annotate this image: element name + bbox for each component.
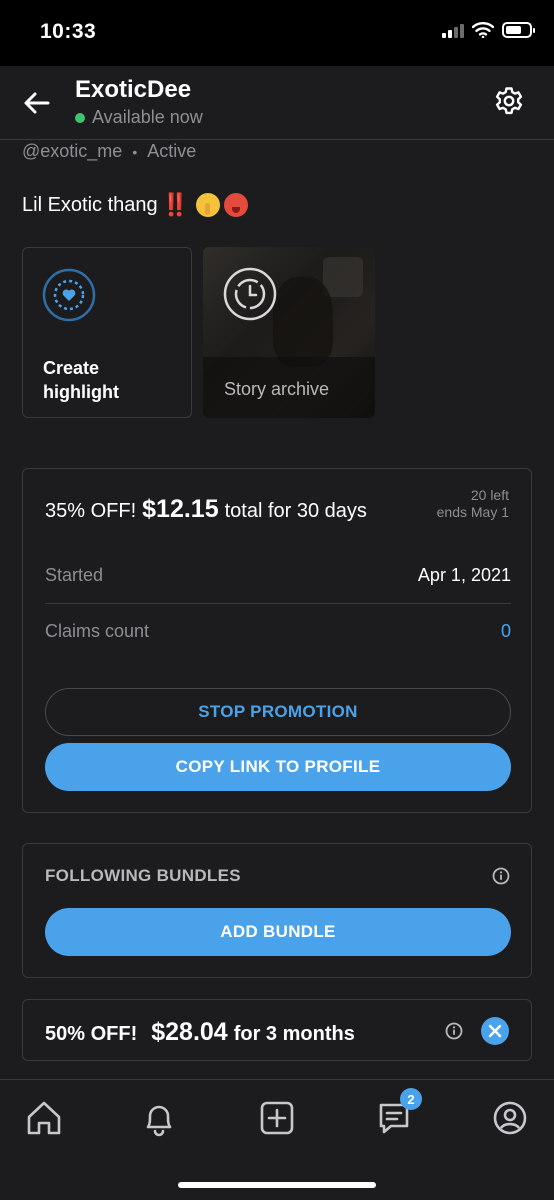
profile-bio: Lil Exotic thang ‼️ bbox=[22, 192, 249, 218]
home-indicator bbox=[178, 1182, 376, 1188]
home-icon[interactable] bbox=[24, 1098, 64, 1138]
claims-count[interactable]: 0 bbox=[501, 621, 511, 642]
promotion-discount: 35% OFF! bbox=[45, 500, 137, 522]
story-archive-label: Story archive bbox=[224, 379, 330, 399]
following-bundles-card: FOLLOWING BUNDLES ADD BUNDLE bbox=[22, 843, 532, 978]
create-highlight-button[interactable]: Create highlight bbox=[22, 247, 192, 418]
info-icon[interactable] bbox=[445, 1022, 463, 1040]
wifi-icon bbox=[472, 22, 494, 38]
bio-text: Lil Exotic thang bbox=[22, 193, 158, 216]
remove-bundle-button[interactable] bbox=[481, 1017, 509, 1045]
promotion-title: 35% OFF! $12.15 total for 30 days bbox=[45, 495, 367, 524]
promotion-terms: total for 30 days bbox=[224, 500, 367, 522]
status-bar: 10:33 bbox=[0, 0, 554, 66]
bell-icon[interactable] bbox=[139, 1098, 179, 1138]
started-value: Apr 1, 2021 bbox=[417, 565, 511, 585]
status-time: 10:33 bbox=[40, 20, 97, 43]
clock-history-icon bbox=[223, 267, 277, 321]
promotion-remaining: 20 left ends May 1 bbox=[437, 487, 509, 521]
activity-status: Active bbox=[147, 141, 197, 161]
bio-emphasis: ‼️ bbox=[161, 192, 189, 217]
add-bundle-button[interactable]: ADD BUNDLE bbox=[45, 908, 511, 956]
availability-text: Available now bbox=[92, 107, 203, 127]
messages-badge: 2 bbox=[400, 1088, 422, 1110]
highlight-heart-icon bbox=[42, 268, 96, 322]
bottom-tab-bar: 2 bbox=[0, 1079, 554, 1200]
started-label: Started bbox=[45, 565, 104, 585]
close-icon bbox=[488, 1024, 502, 1038]
battery-icon bbox=[502, 22, 535, 38]
separator-dot: • bbox=[132, 143, 138, 160]
promotion-remaining-count: 20 left bbox=[470, 487, 509, 503]
hot-face-icon bbox=[224, 193, 249, 217]
bundle-price: $28.04 bbox=[151, 1018, 228, 1046]
availability-status: Available now bbox=[75, 107, 203, 128]
stop-promotion-button[interactable]: STOP PROMOTION bbox=[45, 688, 511, 736]
bundle-offer-card: 50% OFF! $28.04 for 3 months bbox=[22, 999, 532, 1061]
info-icon[interactable] bbox=[492, 867, 510, 885]
plus-square-icon[interactable] bbox=[257, 1098, 297, 1138]
claims-row: Claims count 0 bbox=[45, 603, 511, 659]
bundle-discount: 50% OFF! bbox=[45, 1023, 138, 1045]
copy-link-button[interactable]: COPY LINK TO PROFILE bbox=[45, 743, 511, 791]
shushing-face-icon bbox=[196, 193, 221, 217]
bundle-offer-text: 50% OFF! $28.04 for 3 months bbox=[45, 1018, 355, 1047]
claims-label: Claims count bbox=[45, 620, 150, 641]
story-archive-button[interactable]: Story archive bbox=[203, 247, 375, 418]
status-icons bbox=[442, 22, 535, 38]
bundles-title: FOLLOWING BUNDLES bbox=[45, 866, 241, 885]
handle-row: @exotic_me • Active bbox=[22, 141, 196, 162]
messages-tab[interactable]: 2 bbox=[374, 1088, 422, 1138]
promotion-card: 35% OFF! $12.15 total for 30 days 20 lef… bbox=[22, 468, 532, 813]
create-highlight-label: Create highlight bbox=[43, 358, 119, 402]
profile-content[interactable]: @exotic_me • Active Lil Exotic thang ‼️ … bbox=[0, 141, 554, 1079]
started-row: Started Apr 1, 2021 bbox=[45, 548, 511, 604]
gear-icon[interactable] bbox=[494, 86, 524, 116]
profile-header: ExoticDee Available now bbox=[0, 66, 554, 140]
bundle-terms: for 3 months bbox=[233, 1023, 355, 1045]
promotion-end-date: ends May 1 bbox=[436, 504, 509, 520]
back-arrow-icon[interactable] bbox=[20, 86, 54, 120]
profile-name: ExoticDee bbox=[75, 76, 192, 103]
promotion-price: $12.15 bbox=[142, 495, 219, 523]
profile-icon[interactable] bbox=[490, 1098, 530, 1138]
signal-icon bbox=[442, 22, 464, 38]
online-indicator bbox=[75, 112, 85, 123]
username-handle: @exotic_me bbox=[22, 141, 123, 161]
